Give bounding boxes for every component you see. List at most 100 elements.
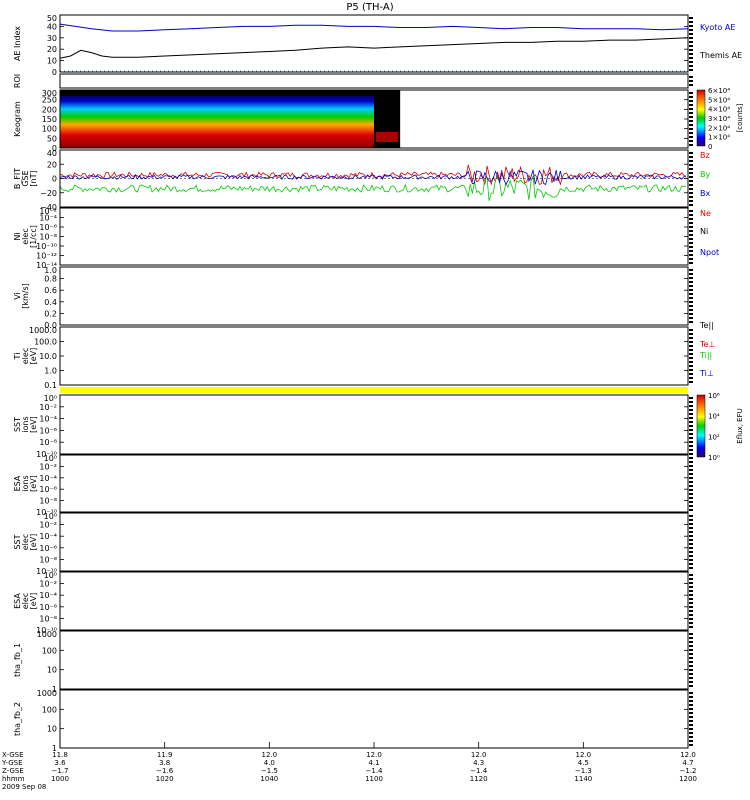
- panel-frame: [59, 14, 689, 73]
- x-row-label: Y-GSE: [1, 759, 23, 767]
- right-edge-mark: [689, 417, 693, 419]
- y-tick-label: 10⁻⁸: [39, 438, 57, 447]
- y-tick-label: 1000: [37, 689, 57, 698]
- y-tick-label: 10⁻²: [39, 580, 57, 589]
- x-axis-labels: X-GSEY-GSEZ-GSEhhmm2009 Sep 0811.83.6−1.…: [1, 742, 697, 791]
- y-tick-label: 100: [42, 125, 57, 134]
- panel-esa_ion: 10⁻¹⁰10⁻⁸10⁻⁶10⁻⁴10⁻²10⁰ESA ions [eV]: [13, 454, 693, 517]
- right-edge-mark: [689, 250, 693, 252]
- right-edge-mark: [689, 29, 693, 31]
- right-edge-mark: [689, 606, 693, 608]
- colorbar-label: Eflux, EFU: [736, 408, 744, 443]
- y-tick-label: 10⁻⁶: [39, 223, 57, 232]
- right-edge-mark: [689, 365, 693, 367]
- right-edge-mark: [689, 168, 693, 170]
- right-edge-mark: [689, 214, 693, 216]
- panel-sst_ion: 10⁻¹⁰10⁻⁸10⁻⁶10⁻⁴10⁻²10⁰SST ions [eV]: [13, 394, 693, 459]
- right-edge-mark: [689, 273, 693, 275]
- right-edge-mark: [689, 653, 693, 655]
- right-edge-mark: [689, 242, 693, 244]
- right-edge-mark: [689, 677, 693, 679]
- right-edge-mark: [689, 563, 693, 565]
- right-edge-mark: [689, 104, 693, 106]
- y-tick-label: 10: [47, 725, 57, 734]
- chart-title: P5 (TH-A): [346, 2, 393, 13]
- right-edge-mark: [689, 421, 693, 423]
- right-edge-mark: [689, 405, 693, 407]
- right-edge-mark: [689, 728, 693, 730]
- panel-frame: [59, 571, 689, 631]
- y-tick-label: 10⁰: [44, 454, 57, 463]
- y-tick-label: −20: [40, 189, 57, 198]
- right-edge-mark: [689, 309, 693, 311]
- x-tick-label: 12.0: [680, 751, 696, 759]
- right-edge-mark: [689, 457, 693, 459]
- colorbar-tick-label: 0: [708, 143, 712, 151]
- right-edge-mark: [689, 720, 693, 722]
- yellow-flag-bar: [60, 387, 688, 393]
- right-edge-mark: [689, 184, 693, 186]
- panel-frame: [59, 394, 689, 455]
- colorbar-tick-label: 10²: [708, 433, 720, 441]
- right-edge-mark: [689, 132, 693, 134]
- right-edge-mark: [689, 637, 693, 639]
- right-edge-mark: [689, 661, 693, 663]
- right-edge-mark: [689, 57, 693, 59]
- right-edge-mark: [689, 136, 693, 138]
- panel-frame: [59, 73, 689, 89]
- right-edge-mark: [689, 633, 693, 635]
- right-edge-mark: [689, 509, 693, 511]
- right-edge-mark: [689, 696, 693, 698]
- y-tick-label: 10⁻⁶: [39, 426, 57, 435]
- y-tick-label: 0.1: [44, 381, 57, 390]
- right-edge-mark: [689, 349, 693, 351]
- y-tick-label: 10⁰: [44, 394, 57, 403]
- right-edge-mark: [689, 445, 693, 447]
- right-edge-mark: [689, 527, 693, 529]
- right-edge-mark: [689, 501, 693, 503]
- right-edge-mark: [689, 41, 693, 43]
- right-edge-mark: [689, 673, 693, 675]
- right-edge-mark: [689, 433, 693, 435]
- panel-fb2: 1101001000tha_fb_2: [13, 689, 693, 753]
- keogram-tail: [376, 132, 399, 142]
- x-tick-label: −1.4: [470, 767, 488, 775]
- panel-ni: 10⁻¹⁴10⁻¹²10⁻¹⁰10⁻⁸10⁻⁶10⁻⁴10⁻²Ni elec [1/…: [13, 207, 693, 270]
- legend-ti-: Ti⊥: [699, 369, 714, 378]
- right-edge-mark: [689, 140, 693, 142]
- right-edge-mark: [689, 485, 693, 487]
- y-tick-label: 100: [42, 705, 57, 714]
- x-row-label: hhmm: [2, 775, 25, 783]
- right-edge-mark: [689, 497, 693, 499]
- x-tick-label: 4.7: [682, 759, 693, 767]
- right-edge-mark: [689, 192, 693, 194]
- right-edge-mark: [689, 543, 693, 545]
- panels-group: 01020304050AE IndexROI050100150200250300…: [13, 14, 744, 753]
- right-edge-mark: [689, 124, 693, 126]
- right-edge-mark: [689, 49, 693, 51]
- right-edge-mark: [689, 53, 693, 55]
- right-edge-mark: [689, 665, 693, 667]
- panel-frame: [59, 630, 689, 690]
- colorbar-tick-label: 5×10⁴: [708, 96, 730, 104]
- right-edge-mark: [689, 409, 693, 411]
- right-edge-mark: [689, 246, 693, 248]
- right-edge-mark: [689, 65, 693, 67]
- right-edge-mark: [689, 724, 693, 726]
- right-edge-mark: [689, 69, 693, 71]
- y-tick-label: 0.4: [44, 298, 57, 307]
- y-tick-label: 10⁻⁸: [39, 555, 57, 564]
- x-tick-label: 12.0: [471, 751, 487, 759]
- y-tick-label: 50: [47, 14, 57, 23]
- right-edge-mark: [689, 578, 693, 580]
- x-tick-label: −1.6: [156, 767, 174, 775]
- y-tick-label: 1000: [37, 630, 57, 639]
- right-edge-mark: [689, 188, 693, 190]
- y-tick-label: 300: [42, 89, 57, 98]
- legend-npot: Npot: [700, 248, 719, 257]
- right-edge-mark: [689, 329, 693, 331]
- y-tick-label: 10: [47, 57, 57, 66]
- right-edge-mark: [689, 33, 693, 35]
- colorbar-tick-label: 4×10⁴: [708, 106, 730, 114]
- y-axis-label: [eV]: [29, 593, 38, 610]
